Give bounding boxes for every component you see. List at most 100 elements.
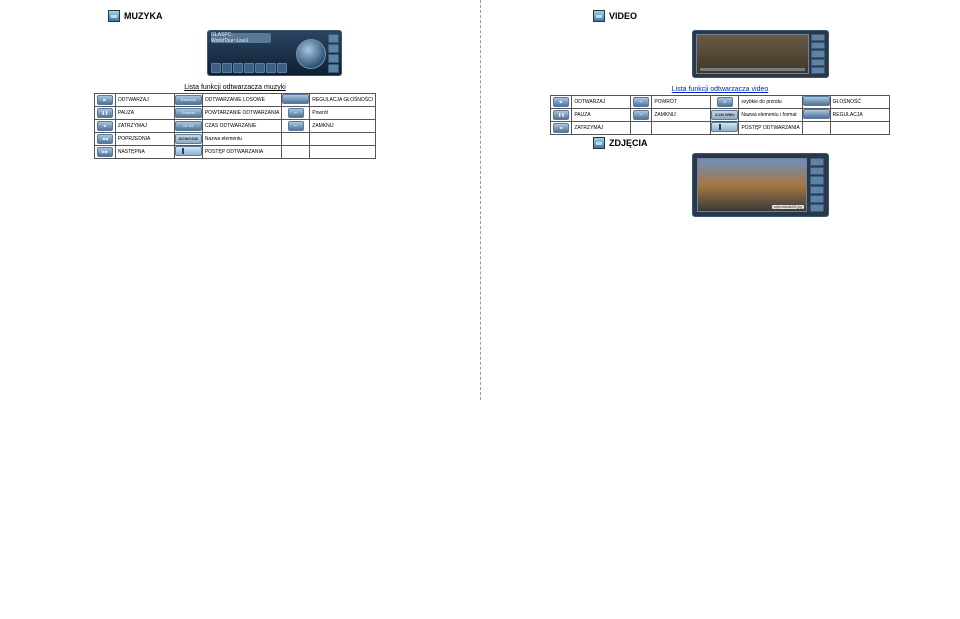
chip [282, 94, 309, 104]
table-cell [174, 146, 202, 159]
table-cell: szybkie do przodu [739, 96, 802, 109]
video-title: VIDEO [609, 11, 637, 21]
table-cell: ↩ [282, 107, 310, 120]
music-player-buttons [211, 63, 287, 73]
table-cell [282, 133, 310, 146]
chip: ↩ [633, 97, 649, 107]
stop-icon: ■ [553, 123, 569, 133]
pause-icon: ❚❚ [97, 108, 113, 118]
table-cell: ≫ [711, 96, 739, 109]
chip: ↵ [288, 121, 304, 131]
table-cell: ZAMKNIJ [310, 120, 376, 133]
table-cell [310, 146, 376, 159]
music-side-buttons [328, 34, 338, 73]
muzyka-title: MUZYKA [124, 11, 163, 21]
photo-thumb: zdjecia\auto02.jpg [692, 153, 829, 217]
chip: 01:45 [175, 121, 202, 131]
music-subhead: Lista funkcji odtwarzacza muzyki [0, 84, 470, 91]
table-cell [282, 94, 310, 107]
table-cell: Repeat [174, 107, 202, 120]
table-cell: ■ [551, 122, 572, 135]
table-cell: ▶▶ [94, 146, 115, 159]
table-cell: ↵ [282, 120, 310, 133]
table-cell: ◀◀ [94, 133, 115, 146]
chip [175, 146, 202, 156]
photo-icon [593, 137, 605, 149]
chip [803, 109, 830, 119]
music-player-thumb: GLASPC: WorldTour~Live1 [207, 30, 342, 76]
table-cell: ZATRZYMAJ [115, 120, 174, 133]
table-cell: Nazwa elementu [202, 133, 281, 146]
table-cell: REGULACJA [830, 109, 889, 122]
chip: ↵ [633, 110, 649, 120]
table-cell: POSTĘP ODTWARZANIA [202, 146, 281, 159]
music-function-table: ▶ODTWARZAJRandomODTWARZANIE LOSOWE REGULA… [94, 93, 376, 159]
photo-caption: zdjecia\auto02.jpg [772, 205, 804, 209]
table-cell: PAUZA [115, 107, 174, 120]
table-cell [282, 146, 310, 159]
video-function-table: ▶ODTWARZAJ↩POWRÓT≫szybkie do przoduGŁOŚN… [550, 95, 889, 135]
pause-icon: ❚❚ [553, 110, 569, 120]
photo-side-buttons [810, 158, 824, 212]
table-cell: ■ [94, 120, 115, 133]
video-section: VIDEO Lista funkcji odtwarzacza video ▶O… [485, 0, 955, 217]
table-cell: Nazwa elementu i format [739, 109, 802, 122]
table-cell: GŁOŚNOŚĆ [830, 96, 889, 109]
chip: NOWO346 [175, 134, 202, 144]
table-cell: ▶ [551, 96, 572, 109]
table-cell: 01:45 [174, 120, 202, 133]
table-cell: PAUZA [572, 109, 631, 122]
table-cell: ❚❚ [551, 109, 572, 122]
table-cell [802, 122, 830, 135]
zdjecia-title: ZDJĘCIA [609, 138, 648, 148]
table-cell: POWTARZANIE ODTWARZANIA [202, 107, 281, 120]
chip [711, 122, 738, 132]
music-dial [296, 39, 326, 69]
table-cell: NASTĘPNA [115, 146, 174, 159]
stop-icon: ■ [97, 121, 113, 131]
table-cell [652, 122, 711, 135]
prev-icon: ◀◀ [97, 134, 113, 144]
table-cell [802, 96, 830, 109]
video-screen [696, 34, 809, 74]
table-cell [631, 122, 652, 135]
table-cell [711, 122, 739, 135]
table-cell: ODTWARZAJ [572, 96, 631, 109]
table-cell: Powrót [310, 107, 376, 120]
table-cell: ▶ [94, 94, 115, 107]
play-icon: ▶ [97, 95, 113, 105]
table-cell: REGULACJA GŁOŚNOŚCI [310, 94, 376, 107]
next-icon: ▶▶ [97, 147, 113, 157]
chip: 3.2M WMV [711, 110, 738, 120]
music-icon [108, 10, 120, 22]
table-cell: POSTĘP ODTWARZANIA [739, 122, 802, 135]
video-player-thumb [692, 30, 829, 78]
table-cell: ↩ [631, 96, 652, 109]
chip [803, 96, 830, 106]
table-cell: ODTWARZANIE LOSOWE [202, 94, 281, 107]
muzyka-section: MUZYKA GLASPC: WorldTour~Live1 Lista fun… [0, 0, 470, 159]
table-cell: NOWO346 [174, 133, 202, 146]
table-cell: ZATRZYMAJ [572, 122, 631, 135]
chip: ↩ [288, 108, 304, 118]
muzyka-title-row: MUZYKA [108, 10, 470, 22]
video-side-buttons [811, 34, 825, 74]
table-cell: Random [174, 94, 202, 107]
table-cell: ↵ [631, 109, 652, 122]
table-cell [802, 109, 830, 122]
video-icon [593, 10, 605, 22]
zdjecia-title-row: ZDJĘCIA [593, 137, 955, 149]
music-lcd: GLASPC: WorldTour~Live1 [211, 33, 271, 43]
table-cell: ❚❚ [94, 107, 115, 120]
table-cell [830, 122, 889, 135]
table-cell: ZAMKNIJ [652, 109, 711, 122]
chip: ≫ [717, 97, 733, 107]
table-cell: ODTWARZAJ [115, 94, 174, 107]
table-cell: CZAS ODTWARZANIE [202, 120, 281, 133]
table-cell: POPRZEDNIA [115, 133, 174, 146]
play-icon: ▶ [553, 97, 569, 107]
video-subhead: Lista funkcji odtwarzacza video [485, 86, 955, 93]
chip: Repeat [175, 108, 202, 118]
video-title-row: VIDEO [593, 10, 955, 22]
table-cell [310, 133, 376, 146]
